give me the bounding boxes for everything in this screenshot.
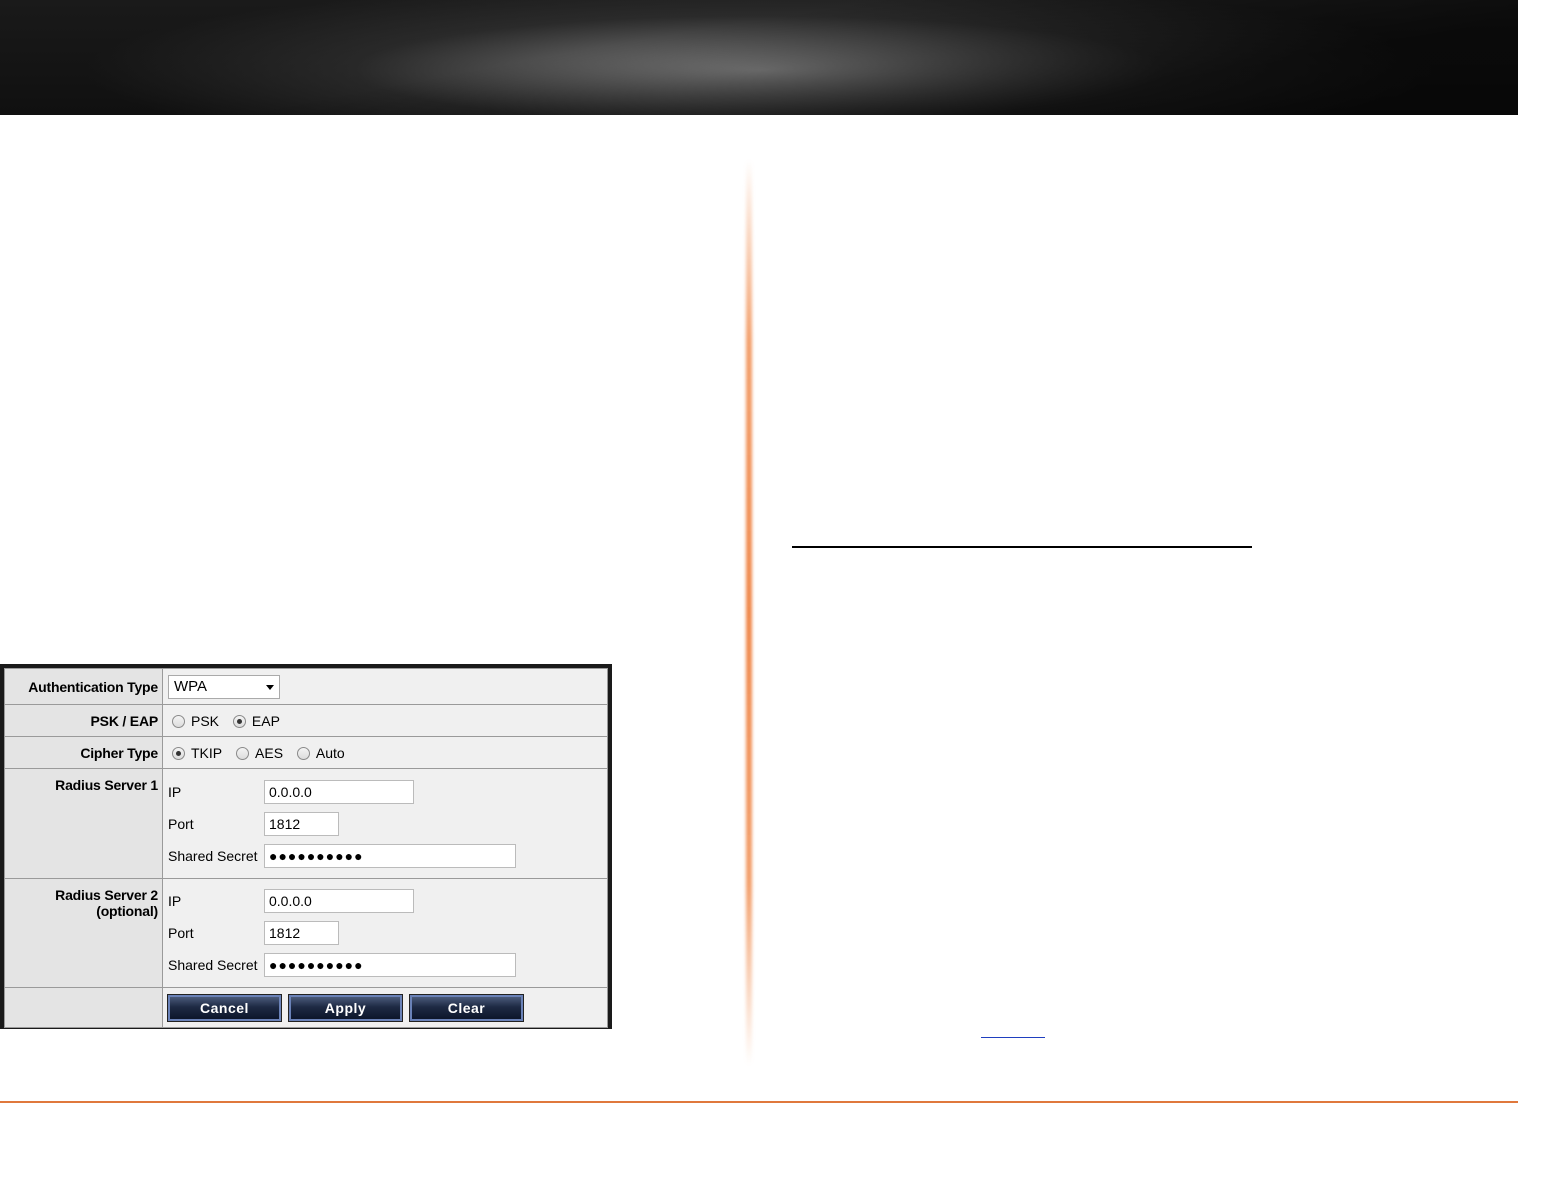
row-cipher-type: Cipher Type TKIP AES Auto bbox=[4, 736, 608, 769]
row-authentication-type: Authentication Type WPA bbox=[4, 668, 608, 705]
radius1-secret-label: Shared Secret bbox=[168, 847, 258, 864]
aes-radio[interactable] bbox=[236, 746, 250, 760]
radius-server-1-label: Radius Server 1 bbox=[4, 768, 163, 879]
wireless-security-panel: Authentication Type WPA PSK / EAP PSK EA… bbox=[0, 664, 612, 1029]
header-banner bbox=[0, 0, 1518, 115]
row-radius-server-1: Radius Server 1 IP 0.0.0.0 Port 1812 Sha… bbox=[4, 768, 608, 879]
actions-label-cell bbox=[4, 987, 163, 1028]
eap-radio[interactable] bbox=[232, 714, 246, 728]
radius-server-2-label-line1: Radius Server 2 bbox=[55, 887, 158, 903]
heading-rule bbox=[792, 546, 1252, 548]
wireless-security-table: Authentication Type WPA PSK / EAP PSK EA… bbox=[4, 668, 608, 1028]
clear-button[interactable]: Clear bbox=[409, 993, 524, 1022]
authentication-type-select[interactable]: WPA bbox=[168, 674, 280, 699]
chevron-down-icon bbox=[266, 684, 274, 690]
link-underline[interactable] bbox=[981, 1037, 1045, 1038]
cipher-type-label: Cipher Type bbox=[4, 736, 163, 769]
row-radius-server-2: Radius Server 2 (optional) IP 0.0.0.0 Po… bbox=[4, 878, 608, 988]
auto-radio-label: Auto bbox=[315, 745, 345, 762]
psk-eap-label: PSK / EAP bbox=[4, 704, 163, 737]
authentication-type-label: Authentication Type bbox=[4, 668, 163, 705]
row-psk-eap: PSK / EAP PSK EAP bbox=[4, 704, 608, 737]
radius2-ip-label: IP bbox=[168, 893, 182, 909]
radius-server-2-label-line2: (optional) bbox=[96, 903, 158, 919]
radius2-ip-input[interactable]: 0.0.0.0 bbox=[264, 889, 414, 913]
radius2-port-label: Port bbox=[168, 925, 194, 941]
auto-radio[interactable] bbox=[296, 746, 310, 760]
eap-radio-label: EAP bbox=[251, 713, 280, 730]
aes-radio-label: AES bbox=[255, 745, 284, 762]
tkip-radio-label: TKIP bbox=[191, 745, 223, 762]
psk-radio[interactable] bbox=[172, 714, 185, 728]
action-buttons: Cancel Apply Clear bbox=[167, 993, 607, 1022]
footer-rule bbox=[0, 1101, 1518, 1103]
authentication-type-value: WPA bbox=[174, 677, 208, 695]
radius1-ip-label: IP bbox=[168, 783, 182, 800]
tkip-radio[interactable] bbox=[172, 746, 185, 760]
radius1-ip-input[interactable]: 0.0.0.0 bbox=[264, 779, 414, 804]
radius1-port-input[interactable]: 1812 bbox=[264, 811, 339, 836]
radius2-port-input[interactable]: 1812 bbox=[264, 921, 339, 945]
radius2-secret-input[interactable]: ●●●●●●●●●● bbox=[264, 953, 516, 977]
radius1-port-label: Port bbox=[168, 815, 194, 832]
radius-server-2-label: Radius Server 2 (optional) bbox=[4, 878, 163, 988]
radius1-secret-input[interactable]: ●●●●●●●●●● bbox=[264, 843, 516, 868]
radius2-secret-label: Shared Secret bbox=[168, 957, 258, 973]
row-actions: Cancel Apply Clear bbox=[4, 987, 608, 1028]
column-divider bbox=[746, 160, 752, 1065]
apply-button[interactable]: Apply bbox=[288, 993, 403, 1022]
psk-radio-label: PSK bbox=[191, 713, 220, 730]
cancel-button[interactable]: Cancel bbox=[167, 993, 282, 1022]
